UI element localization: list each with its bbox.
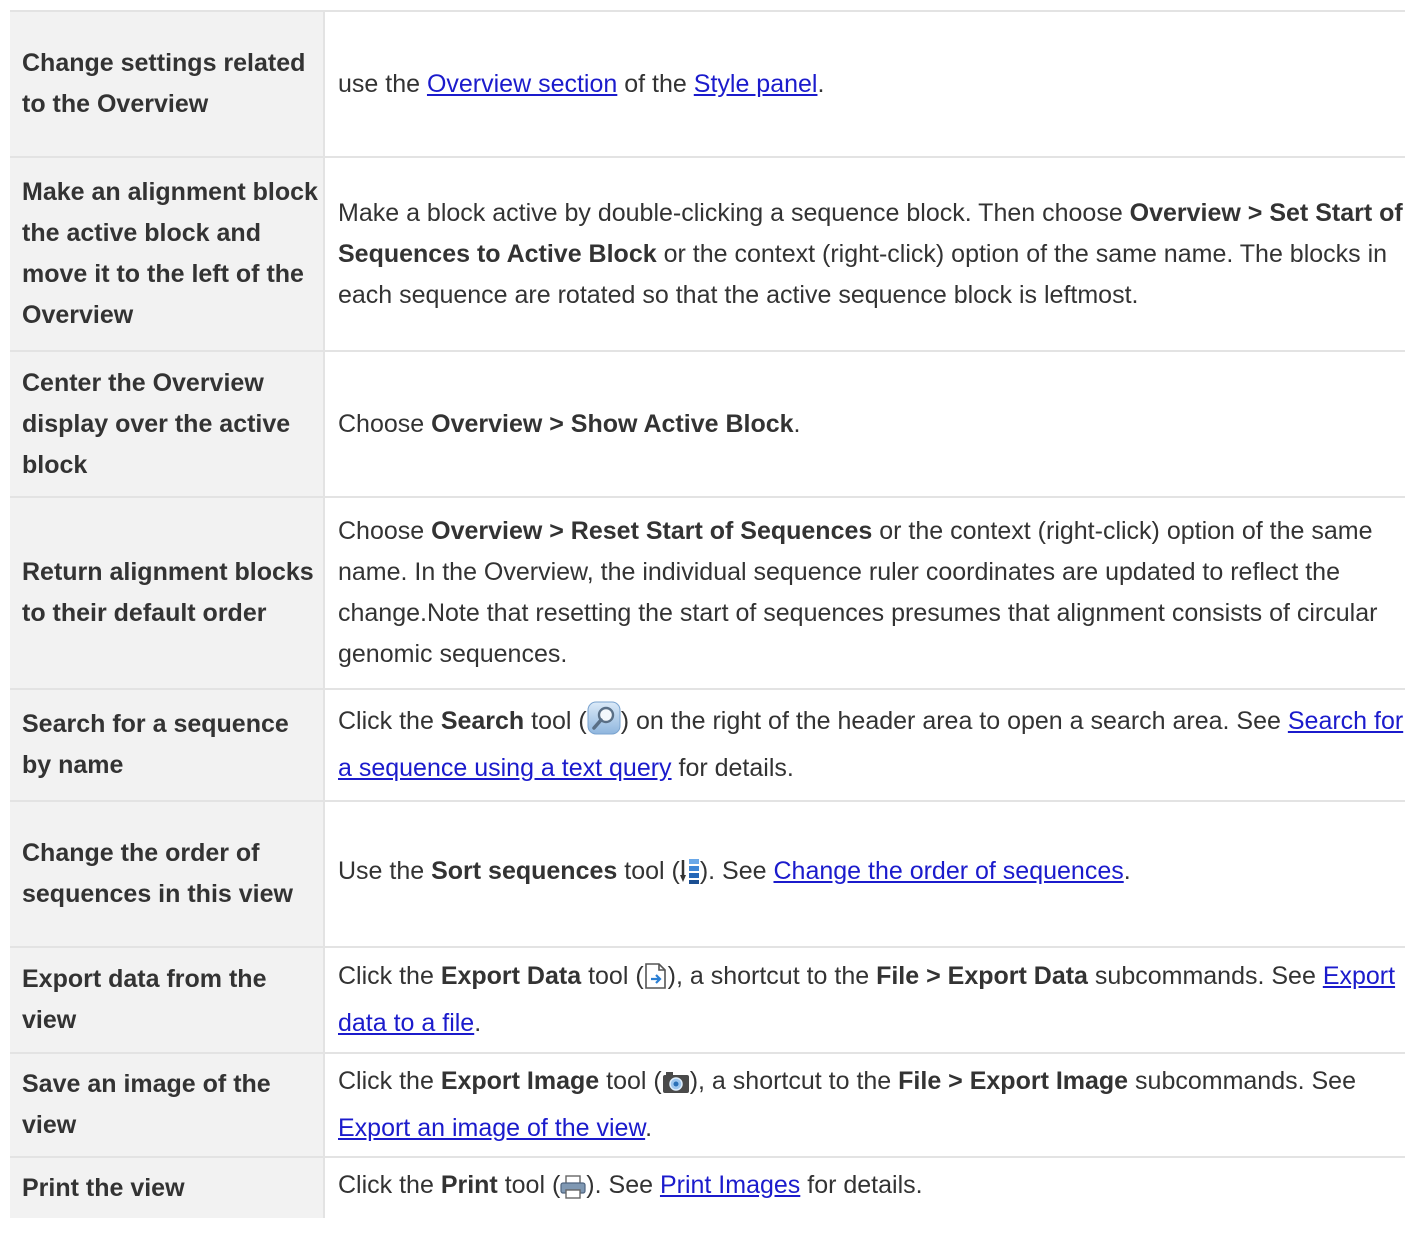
search-icon[interactable]	[587, 701, 621, 748]
description-cell: Click the Search tool () on the right of…	[325, 690, 1405, 800]
task-cell: Print the view	[10, 1158, 325, 1218]
export-image-icon[interactable]	[662, 1067, 690, 1108]
description-cell: Use the Sort sequences tool (). See Chan…	[325, 802, 1405, 946]
table-row: Center the Overview display over the act…	[10, 350, 1405, 496]
description-cell: Choose Overview > Reset Start of Sequenc…	[338, 517, 1378, 668]
table-row: Save an image of the view Click the Expo…	[10, 1052, 1405, 1156]
table-row: Make an alignment block the active block…	[10, 156, 1405, 350]
table-row: Return alignment blocks to their default…	[10, 496, 1405, 688]
help-table: Change settings related to the Overview …	[10, 10, 1405, 1218]
task-cell: Return alignment blocks to their default…	[10, 498, 325, 688]
task-cell: Make an alignment block the active block…	[10, 158, 325, 350]
description-cell: Click the Export Data tool (), a shortcu…	[338, 962, 1396, 1037]
task-cell: Export data from the view	[10, 948, 325, 1052]
style-panel-link[interactable]: Style panel	[694, 70, 818, 98]
task-cell: Center the Overview display over the act…	[10, 352, 325, 496]
table-row: Print the view Click the Print tool (). …	[10, 1156, 1405, 1218]
task-cell: Search for a sequence by name	[10, 690, 325, 800]
change-order-link[interactable]: Change the order of sequences	[773, 857, 1123, 885]
table-row: Search for a sequence by name Click the …	[10, 688, 1405, 800]
print-images-link[interactable]: Print Images	[660, 1171, 800, 1199]
export-data-icon[interactable]	[644, 962, 668, 1003]
table-row: Change the order of sequences in this vi…	[10, 800, 1405, 946]
export-image-link[interactable]: Export an image of the view	[338, 1114, 645, 1142]
description-cell: use the Overview section of the Style pa…	[338, 69, 825, 98]
task-cell: Save an image of the view	[10, 1054, 325, 1156]
task-cell: Change the order of sequences in this vi…	[10, 802, 325, 946]
task-cell: Change settings related to the Overview	[10, 12, 325, 156]
table-row: Export data from the view Click the Expo…	[10, 946, 1405, 1052]
overview-section-link[interactable]: Overview section	[427, 70, 617, 98]
print-icon[interactable]	[560, 1171, 586, 1212]
sort-icon[interactable]	[679, 857, 700, 898]
description-cell: Click the Export Image tool (), a shortc…	[338, 1067, 1356, 1142]
description-cell: Make a block active by double-clicking a…	[338, 198, 1403, 309]
description-cell: Click the Print tool (). See Print Image…	[325, 1158, 1405, 1218]
table-row: Change settings related to the Overview …	[10, 10, 1405, 156]
description-cell: Choose Overview > Show Active Block.	[338, 409, 801, 438]
